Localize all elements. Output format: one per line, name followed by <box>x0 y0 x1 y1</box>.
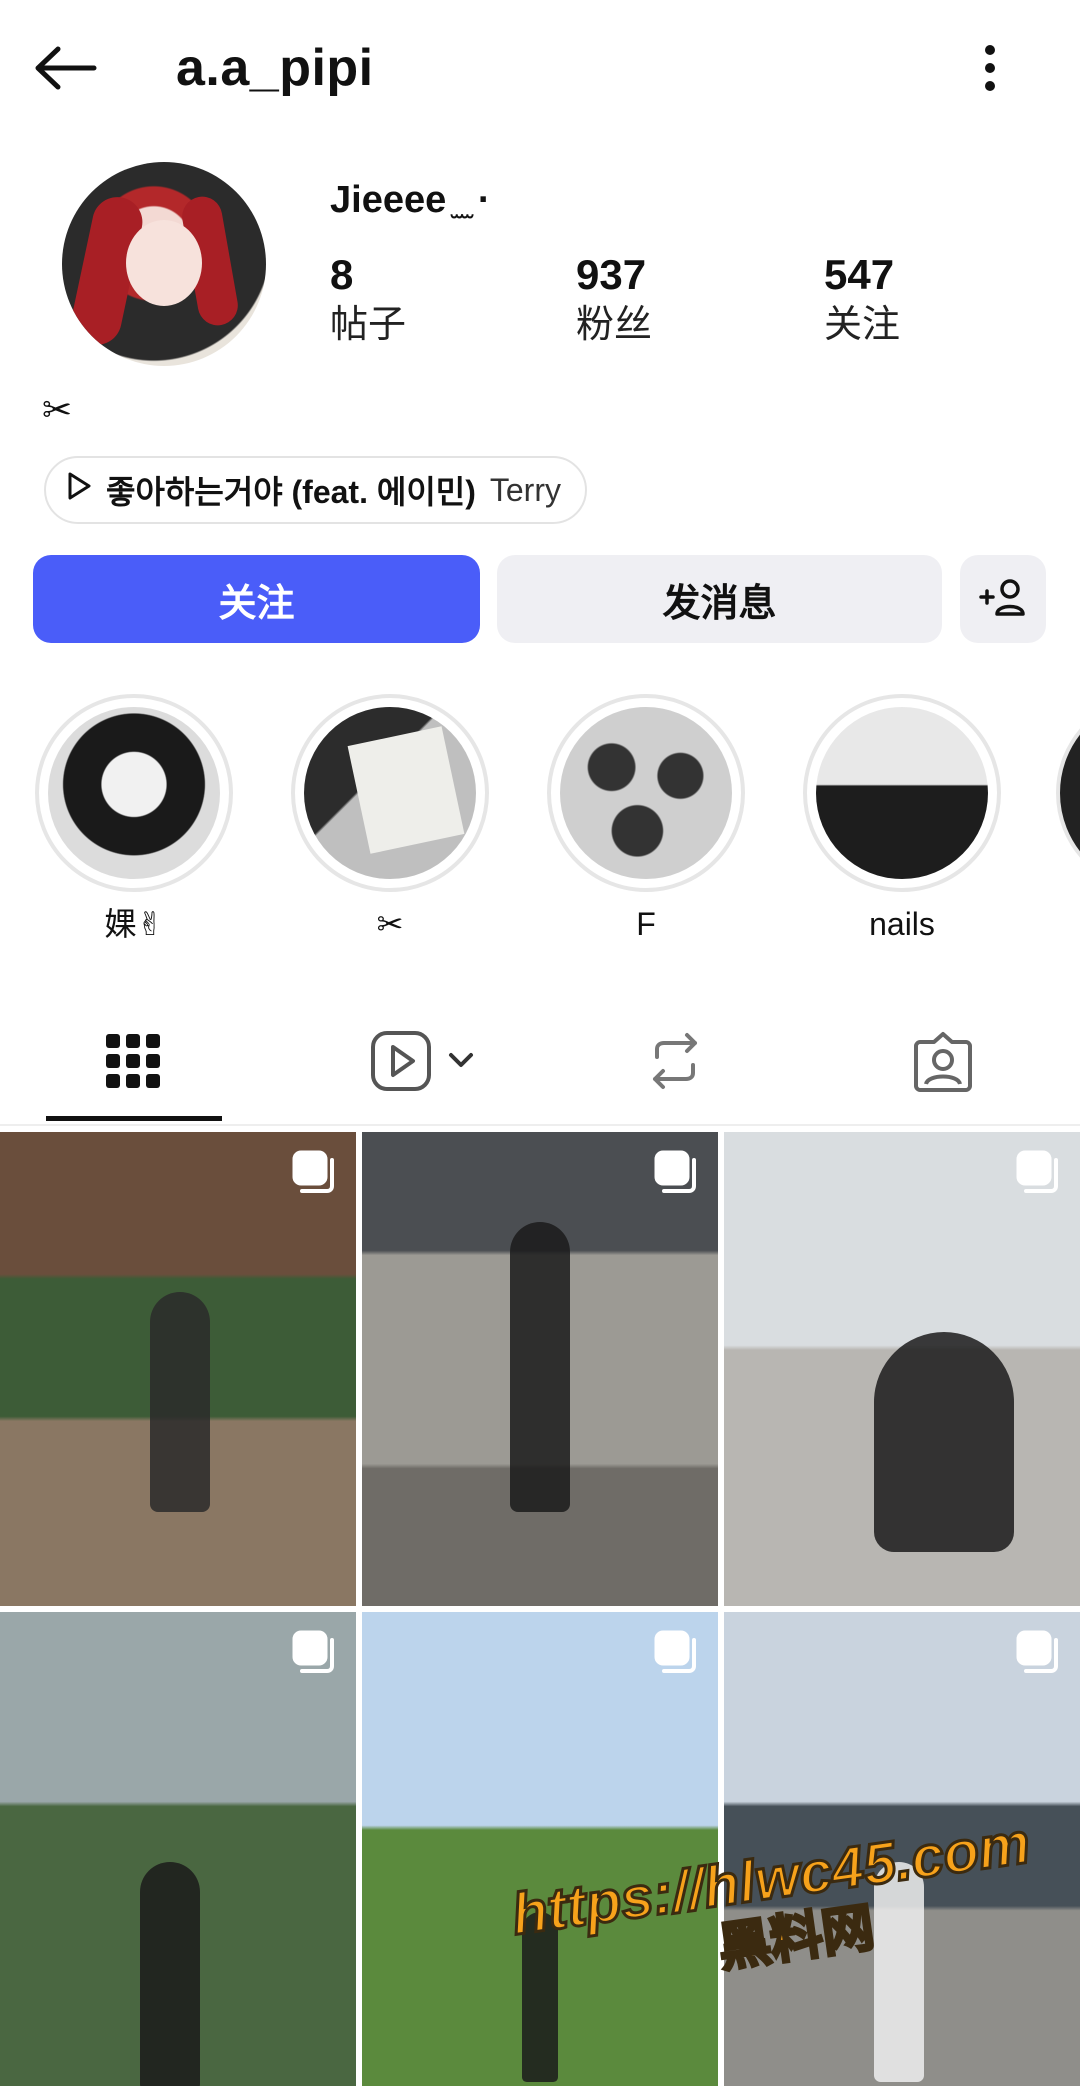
highlight-item[interactable]: ✂ <box>288 694 492 944</box>
carousel-icon <box>1016 1630 1062 1681</box>
post-thumbnail[interactable] <box>0 1612 356 2086</box>
carousel-icon <box>1016 1150 1062 1201</box>
stat-label: 关注 <box>824 304 901 346</box>
stat-following[interactable]: 547 关注 <box>824 250 900 350</box>
post-thumbnail[interactable] <box>362 1612 718 2086</box>
tab-posts[interactable] <box>32 1010 234 1116</box>
highlight-label: 婐✌ <box>104 906 164 942</box>
reels-icon <box>371 1030 483 1096</box>
stat-label: 帖子 <box>330 304 407 346</box>
tab-reposts[interactable] <box>574 1010 776 1116</box>
more-options-icon[interactable] <box>960 30 1020 106</box>
carousel-icon <box>292 1150 338 1201</box>
stat-followers[interactable]: 937 粉丝 <box>576 250 652 350</box>
stat-label: 粉丝 <box>576 304 653 346</box>
divider <box>0 1124 1080 1126</box>
tagged-icon <box>912 1030 974 1097</box>
highlight-label: ✂ <box>376 906 404 942</box>
page-title: a.a_pipi <box>176 39 374 97</box>
post-thumbnail[interactable] <box>724 1132 1080 1606</box>
music-title: 좋아하는거야 (feat. 에이민) <box>106 474 476 510</box>
stat-value: 937 <box>576 251 647 298</box>
play-icon <box>66 471 92 509</box>
post-thumbnail[interactable] <box>0 1132 356 1606</box>
grid-icon <box>106 1033 160 1093</box>
highlight-cover <box>560 707 732 879</box>
bio-text: ✂ <box>42 389 73 430</box>
display-name: Jieeee ̫ ̫ · <box>330 179 491 221</box>
back-arrow-icon[interactable] <box>28 30 104 106</box>
music-pill[interactable]: 좋아하는거야 (feat. 에이민) Terry <box>44 456 587 524</box>
tab-reels[interactable] <box>326 1010 528 1116</box>
message-button[interactable]: 发消息 <box>497 555 942 643</box>
highlight-item-partial[interactable] <box>1056 694 1080 898</box>
carousel-icon <box>654 1150 700 1201</box>
carousel-icon <box>654 1630 700 1681</box>
stat-posts[interactable]: 8 帖子 <box>330 250 406 350</box>
highlight-label: nails <box>869 906 935 942</box>
avatar[interactable] <box>62 162 266 366</box>
highlight-cover <box>304 707 476 879</box>
highlight-item[interactable]: nails <box>800 694 1004 944</box>
highlight-cover <box>48 707 220 879</box>
music-artist: Terry <box>489 471 561 508</box>
highlight-item[interactable]: F <box>544 694 748 944</box>
stat-value: 8 <box>330 251 354 298</box>
tab-tagged[interactable] <box>842 1010 1044 1116</box>
tab-active-indicator <box>46 1116 222 1121</box>
follow-button[interactable]: 关注 <box>33 555 480 643</box>
add-friend-button[interactable] <box>960 555 1046 643</box>
highlight-cover <box>816 707 988 879</box>
carousel-icon <box>292 1630 338 1681</box>
highlight-label: F <box>636 906 656 942</box>
highlight-item[interactable]: 婐✌ <box>32 694 236 944</box>
add-person-icon <box>978 577 1028 622</box>
reposts-icon <box>647 1031 703 1096</box>
post-thumbnail[interactable] <box>362 1132 718 1606</box>
stat-value: 547 <box>824 251 895 298</box>
